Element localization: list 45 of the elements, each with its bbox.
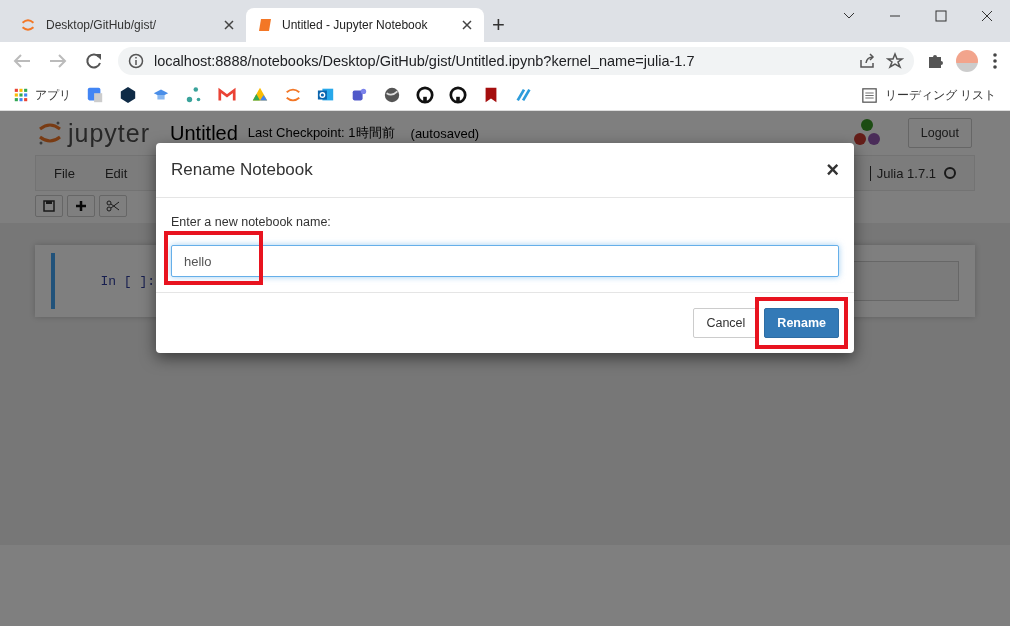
cell-prompt: In [ ]: <box>99 273 156 289</box>
info-icon <box>128 53 144 69</box>
apps-grid-icon[interactable] <box>14 88 28 102</box>
add-cell-button[interactable] <box>67 195 95 217</box>
slash-icon[interactable] <box>515 86 533 104</box>
address-bar[interactable]: localhost:8888/notebooks/Desktop/GitHub/gist/Untitled.ipynb?kernel_name=julia-1.7 <box>118 47 914 75</box>
notebook-title[interactable]: Untitled <box>170 121 238 145</box>
notebook-icon <box>258 18 272 32</box>
kernel-name: Julia 1.7.1 <box>876 165 936 181</box>
dialog-title: Rename Notebook <box>171 160 314 180</box>
scissors-icon <box>106 200 120 212</box>
arc-logo-icon <box>20 18 36 32</box>
list-icon[interactable] <box>861 87 877 103</box>
more-menu-icon[interactable] <box>990 52 1000 70</box>
star-icon[interactable] <box>886 52 904 70</box>
autosave-status: (autosaved) <box>410 125 480 141</box>
nodes-icon[interactable] <box>185 86 203 104</box>
rename-button[interactable]: Rename <box>764 308 839 338</box>
url-text: localhost:8888/notebooks/Desktop/GitHub/gist/Untitled.ipynb?kernel_name=julia-1.7 <box>154 53 696 69</box>
browser-tab[interactable]: Untitled - Jupyter Notebook <box>246 8 484 42</box>
menu-item[interactable]: File <box>54 165 75 181</box>
jupyter-logo-icon <box>38 120 62 146</box>
kernel-status-icon <box>944 167 956 179</box>
notebook-name-field[interactable]: hello <box>171 245 839 277</box>
three-dots-logo-icon <box>851 118 882 148</box>
plus-icon <box>75 200 87 212</box>
checkpoint-text: Last Checkpoint: 1時間前 <box>247 124 395 142</box>
bookmark-label[interactable]: アプリ <box>35 86 71 104</box>
puzzle-icon[interactable] <box>926 52 944 70</box>
logout-button[interactable]: Logout <box>907 118 972 148</box>
floppy-icon <box>43 200 55 212</box>
close-icon[interactable] <box>462 20 472 30</box>
globe-icon[interactable] <box>383 86 401 104</box>
share-icon[interactable] <box>858 52 876 70</box>
reading-list-link[interactable]: リーディング リスト <box>884 86 996 104</box>
menu-item[interactable]: Edit <box>104 165 128 181</box>
close-icon[interactable] <box>224 20 234 30</box>
close-button[interactable]: × <box>826 159 839 181</box>
cut-button[interactable] <box>99 195 127 217</box>
logo-text: jupyter <box>68 118 151 148</box>
arc-logo-icon[interactable] <box>284 86 302 104</box>
save-button[interactable] <box>35 195 63 217</box>
browser-tab[interactable]: Desktop/GitHub/gist/ <box>8 8 246 42</box>
new-tab-button[interactable]: + <box>492 14 505 36</box>
field-label: Enter a new notebook name: <box>171 215 332 229</box>
